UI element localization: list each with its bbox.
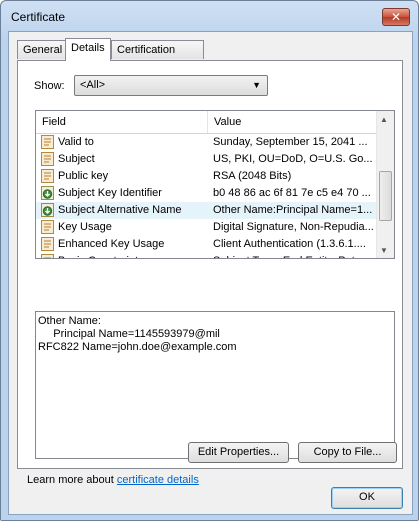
field-value: Other Name:Principal Name=1...	[213, 204, 373, 216]
certificate-field-icon	[41, 254, 54, 258]
list-header: Field Value	[36, 111, 377, 134]
column-header-value[interactable]: Value	[214, 116, 241, 128]
close-icon: ✕	[390, 10, 402, 24]
field-value: Digital Signature, Non-Repudia...	[213, 221, 374, 233]
column-header-field[interactable]: Field	[42, 116, 66, 128]
field-name: Key Usage	[58, 221, 112, 233]
dialog-client-area: General Details Certification Path Show:…	[8, 31, 413, 515]
list-item[interactable]: Public key RSA (2048 Bits)	[36, 168, 377, 185]
certificate-field-icon	[41, 135, 54, 149]
tab-certification-path[interactable]: Certification Path	[111, 40, 204, 75]
chevron-down-icon: ▼	[252, 80, 261, 90]
certificate-field-icon	[41, 220, 54, 234]
field-value: Client Authentication (1.3.6.1....	[213, 238, 366, 250]
show-selected-value: <All>	[80, 79, 106, 91]
field-value: Subject Type=End Entity, Pat...	[213, 253, 376, 258]
learn-more-prefix: Learn more about	[27, 474, 117, 486]
list-item[interactable]: Valid to Sunday, September 15, 2041 ...	[36, 134, 377, 151]
certificate-details-link[interactable]: certificate details	[117, 474, 199, 486]
column-divider[interactable]	[207, 111, 208, 133]
field-name: Public key	[58, 170, 109, 182]
field-name: Valid to	[58, 136, 94, 148]
show-label: Show:	[34, 80, 65, 92]
list-item[interactable]: Key Usage Digital Signature, Non-Repudia.…	[36, 219, 377, 236]
extension-download-icon	[41, 203, 54, 217]
close-button[interactable]: ✕	[382, 8, 410, 26]
title-bar: Certificate ✕	[1, 1, 418, 31]
list-rows: Valid to Sunday, September 15, 2041 ... Su…	[36, 134, 377, 258]
certificate-field-icon	[41, 152, 54, 166]
field-value: US, PKI, OU=DoD, O=U.S. Go...	[213, 153, 373, 165]
field-name: Subject Key Identifier	[58, 187, 162, 199]
list-item[interactable]: Basic Constraints Subject Type=End Entity…	[36, 253, 377, 258]
list-item[interactable]: Subject Key Identifier b0 48 86 ac 6f 81 …	[36, 185, 377, 202]
list-item[interactable]: Subject US, PKI, OU=DoD, O=U.S. Go...	[36, 151, 377, 168]
certificate-field-icon	[41, 169, 54, 183]
vertical-scrollbar[interactable]: ▲ ▼	[376, 111, 394, 258]
copy-to-file-button[interactable]: Copy to File...	[298, 442, 397, 463]
field-name: Enhanced Key Usage	[58, 238, 165, 250]
window-title: Certificate	[11, 10, 66, 24]
field-value: b0 48 86 ac 6f 81 7e c5 e4 70 ...	[213, 187, 371, 199]
detail-line: Other Name:	[38, 315, 101, 327]
learn-more-text: Learn more about certificate details	[27, 474, 199, 486]
field-value: RSA (2048 Bits)	[213, 170, 292, 182]
field-value-detail[interactable]: Other Name: Principal Name=1145593979@mi…	[35, 311, 395, 459]
field-name: Subject Alternative Name	[58, 204, 182, 216]
detail-line: RFC822 Name=john.doe@example.com	[38, 341, 237, 353]
list-item[interactable]: Subject Alternative Name Other Name:Princ…	[36, 202, 377, 219]
details-tab-panel: Show: <All> ▼ Field Value Valid to Sunday…	[17, 60, 403, 469]
field-value: Sunday, September 15, 2041 ...	[213, 136, 368, 148]
certificate-field-icon	[41, 237, 54, 251]
edit-properties-button[interactable]: Edit Properties...	[188, 442, 289, 463]
tab-general[interactable]: General	[17, 40, 66, 59]
field-list[interactable]: Field Value Valid to Sunday, September 15…	[35, 110, 395, 259]
tab-details[interactable]: Details	[65, 38, 111, 61]
scrollbar-thumb[interactable]	[379, 171, 392, 221]
field-name: Subject	[58, 153, 95, 165]
scroll-up-icon[interactable]: ▲	[380, 115, 388, 124]
ok-button[interactable]: OK	[331, 487, 403, 509]
show-dropdown[interactable]: <All> ▼	[74, 75, 268, 96]
field-name: Basic Constraints	[58, 253, 144, 258]
detail-line: Principal Name=1145593979@mil	[38, 328, 220, 340]
scroll-down-icon[interactable]: ▼	[380, 246, 388, 255]
list-item[interactable]: Enhanced Key Usage Client Authentication …	[36, 236, 377, 253]
extension-download-icon	[41, 186, 54, 200]
certificate-dialog: Certificate ✕ General Details Certificat…	[0, 0, 419, 521]
